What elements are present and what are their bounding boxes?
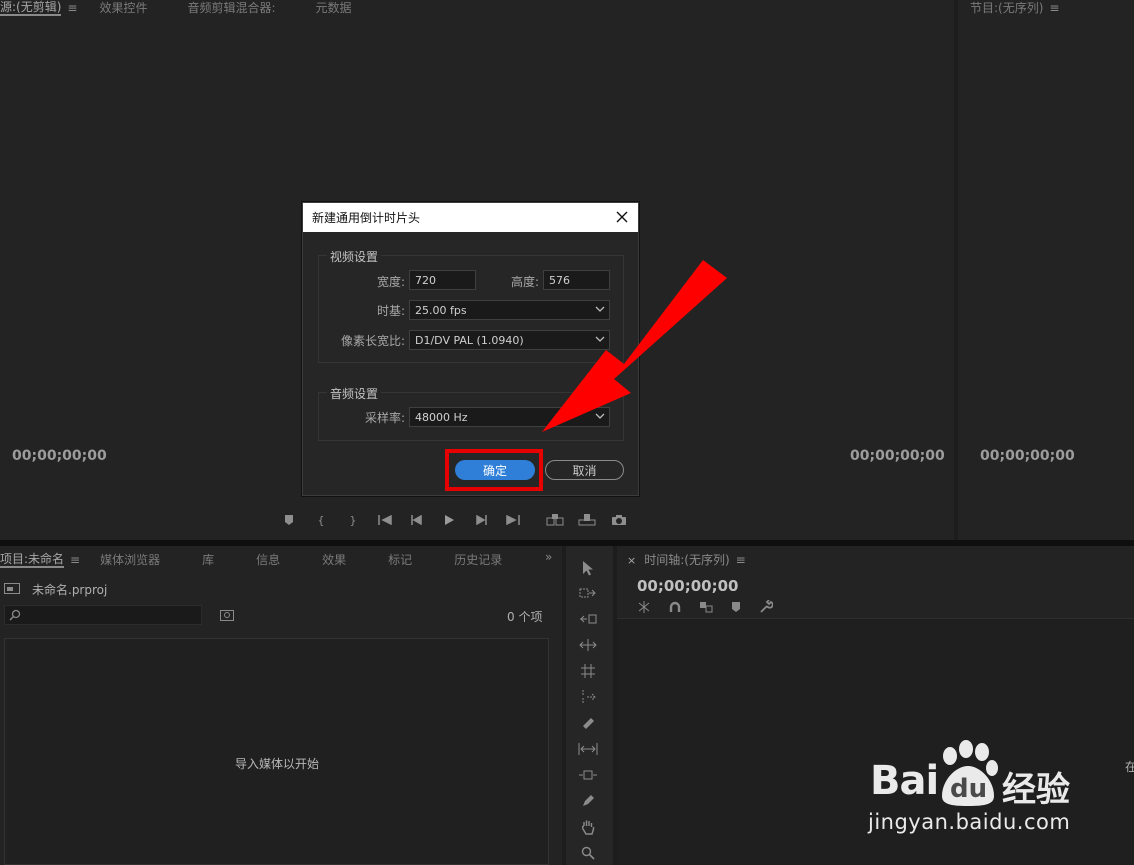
watermark-brand-bai: Bai	[870, 758, 939, 804]
project-panel: 项目:未命名 ≡ 媒体浏览器 库 信息 效果 标记 历史记录 » 未命名.prp…	[0, 546, 562, 865]
watermark-brand-du: du	[950, 774, 988, 804]
tab-markers[interactable]: 标记	[388, 553, 412, 567]
linked-selection-icon[interactable]	[699, 601, 713, 616]
source-panel-tabs: 源:(无剪辑) ≡ 效果控件 音频剪辑混合器: 元数据	[0, 0, 392, 16]
panel-menu-icon[interactable]: ≡	[736, 553, 746, 567]
rate-stretch-tool-icon[interactable]	[578, 662, 598, 680]
pixel-aspect-label: 像素长宽比:	[340, 334, 405, 348]
watermark-brand-cn: 经验	[1002, 770, 1070, 810]
tab-media-browser[interactable]: 媒体浏览器	[100, 553, 160, 567]
slip-tool-icon[interactable]	[578, 740, 598, 758]
pixel-aspect-value: D1/DV PAL (1.0940)	[415, 333, 524, 347]
panel-menu-icon[interactable]: ≡	[67, 1, 77, 15]
tab-source[interactable]: 源:(无剪辑)	[0, 0, 62, 16]
tab-program[interactable]: 节目:(无序列)	[970, 1, 1043, 15]
panel-menu-icon[interactable]: ≡	[70, 553, 80, 567]
track-select-forward-icon[interactable]	[578, 584, 598, 602]
program-panel-tabs: 节目:(无序列) ≡	[970, 0, 1059, 16]
timeline-timecode[interactable]: 00;00;00;00	[637, 577, 739, 595]
mark-in-icon[interactable]: {	[312, 512, 330, 528]
play-icon[interactable]	[440, 512, 458, 528]
new-search-bin-icon[interactable]	[220, 609, 234, 624]
width-field[interactable]: 720	[409, 270, 476, 290]
search-icon	[9, 609, 21, 624]
tab-history[interactable]: 历史记录	[454, 553, 502, 567]
snap-magnet-icon[interactable]	[669, 601, 681, 616]
add-marker-icon[interactable]	[280, 512, 298, 528]
timeline-edge-text: 在	[1125, 760, 1134, 774]
timeline-panel-tabs: × 时间轴:(无序列) ≡	[627, 552, 746, 568]
tab-libraries[interactable]: 库	[202, 553, 214, 567]
source-timecode-left[interactable]: 00;00;00;00	[12, 448, 107, 464]
panel-menu-icon[interactable]: ≡	[1049, 1, 1059, 15]
red-arrow-annotation	[542, 260, 727, 432]
step-forward-icon[interactable]	[472, 512, 490, 528]
sample-rate-label: 采样率:	[364, 411, 405, 425]
width-label: 宽度:	[376, 275, 405, 289]
audio-settings-label: 音频设置	[327, 385, 382, 402]
tab-audio-clip-mixer[interactable]: 音频剪辑混合器:	[188, 1, 276, 15]
tab-project[interactable]: 项目:未命名	[0, 552, 65, 568]
project-file-name: 未命名.prproj	[32, 583, 108, 597]
transport-controls: { }	[280, 512, 628, 528]
razor-tool-icon[interactable]	[578, 714, 598, 732]
step-back-icon[interactable]	[408, 512, 426, 528]
insert-icon[interactable]	[546, 512, 564, 528]
hand-tool-icon[interactable]	[578, 818, 598, 836]
go-to-in-icon[interactable]	[376, 512, 394, 528]
project-panel-tabs: 项目:未命名 ≡ 媒体浏览器 库 信息 效果 标记 历史记录	[0, 551, 502, 569]
dialog-title: 新建通用倒计时片头	[312, 211, 421, 225]
ripple-edit-tool-icon[interactable]	[578, 610, 598, 628]
timebase-label: 时基:	[376, 304, 405, 318]
source-timecode-right: 00;00;00;00	[850, 448, 945, 464]
dialog-title-bar: 新建通用倒计时片头	[303, 203, 638, 232]
rolling-edit-tool-icon[interactable]	[578, 636, 598, 654]
search-input[interactable]	[4, 605, 202, 625]
sample-rate-value: 48000 Hz	[415, 410, 468, 424]
more-panels-icon[interactable]: »	[545, 550, 552, 564]
height-label: 高度:	[510, 275, 539, 289]
wrench-icon[interactable]	[759, 599, 774, 617]
mark-out-icon[interactable]: }	[344, 512, 362, 528]
export-frame-icon[interactable]	[610, 512, 628, 528]
baidu-jingyan-watermark: Bai du 经验 jingyan.baidu.com	[868, 740, 1070, 834]
tab-info[interactable]: 信息	[256, 553, 280, 567]
video-settings-label: 视频设置	[327, 248, 382, 265]
import-media-hint: 导入媒体以开始	[235, 757, 320, 771]
item-count: 0 个项	[507, 610, 543, 624]
zoom-tool-icon[interactable]	[578, 844, 598, 862]
nest-icon[interactable]	[637, 601, 651, 616]
program-monitor-panel: 节目:(无序列) ≡ 00;00;00;00 +	[958, 0, 1134, 540]
timebase-value: 25.00 fps	[415, 303, 467, 317]
overwrite-icon[interactable]	[578, 512, 596, 528]
close-icon[interactable]	[614, 209, 630, 225]
go-to-out-icon[interactable]	[504, 512, 522, 528]
ok-highlight-box	[445, 449, 543, 491]
tab-timeline[interactable]: 时间轴:(无序列)	[644, 553, 729, 567]
project-bin-area[interactable]: 导入媒体以开始	[4, 638, 549, 865]
tab-metadata[interactable]: 元数据	[316, 1, 352, 15]
program-timecode[interactable]: 00;00;00;00	[980, 448, 1075, 464]
bin-icon	[4, 582, 20, 597]
pen-tool-icon[interactable]	[578, 792, 598, 810]
tab-effect-controls[interactable]: 效果控件	[99, 1, 147, 15]
add-marker-icon[interactable]	[731, 601, 741, 616]
selection-tool-icon[interactable]	[578, 559, 598, 577]
slide-tool-icon[interactable]	[578, 766, 598, 784]
tab-effects[interactable]: 效果	[322, 553, 346, 567]
cancel-button[interactable]: 取消	[545, 460, 624, 480]
razor-track-icon[interactable]	[578, 688, 598, 706]
close-icon[interactable]: ×	[627, 554, 636, 567]
watermark-url: jingyan.baidu.com	[868, 810, 1071, 834]
timeline-toolbar	[637, 599, 774, 617]
